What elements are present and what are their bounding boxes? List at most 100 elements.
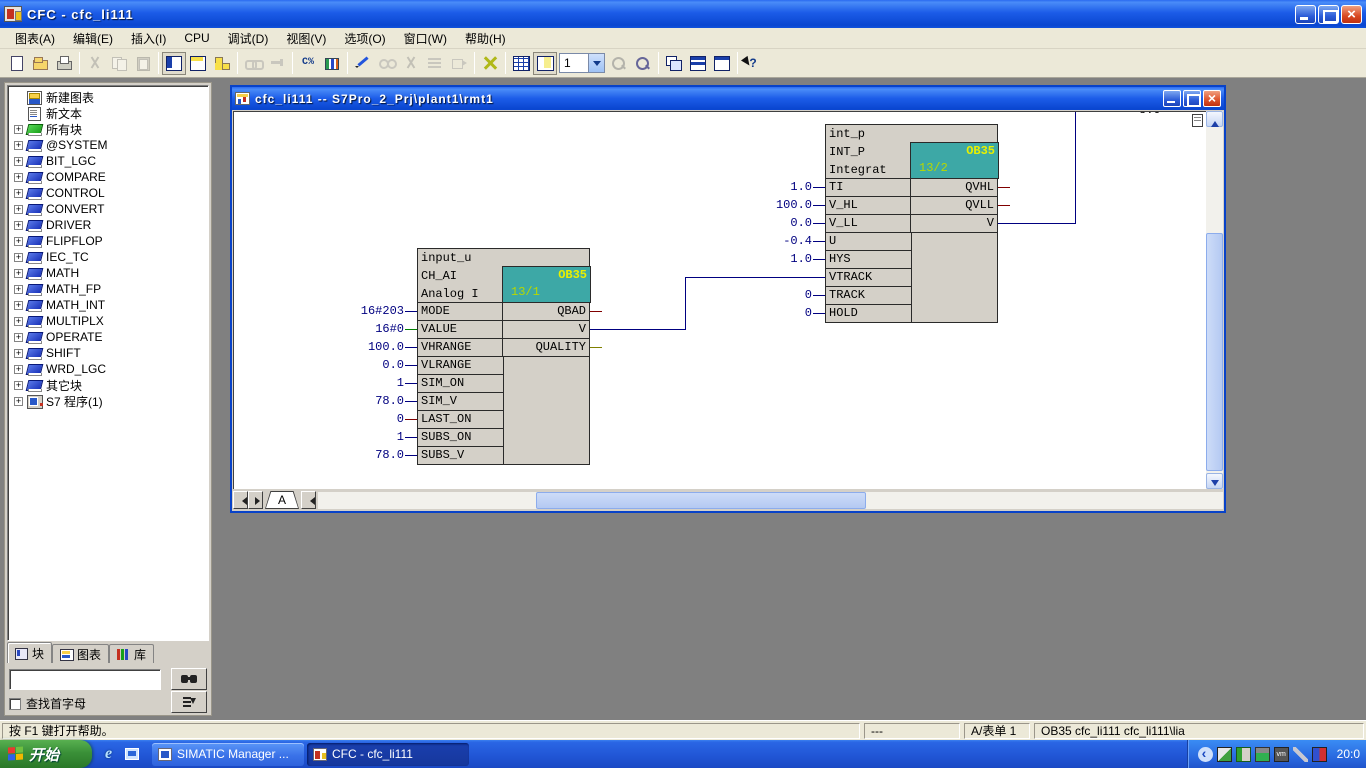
chart-close-button[interactable] bbox=[1203, 90, 1221, 107]
tree-item[interactable]: 新文本 bbox=[12, 105, 208, 121]
expand-icon[interactable]: + bbox=[14, 317, 23, 326]
search-input[interactable] bbox=[9, 669, 161, 690]
input-pin-track[interactable]: TRACK0 bbox=[825, 286, 912, 305]
pin-value[interactable]: 1.0 bbox=[790, 251, 812, 268]
scroll-left-button[interactable] bbox=[301, 491, 316, 509]
expand-icon[interactable]: + bbox=[14, 301, 23, 310]
find-button[interactable] bbox=[171, 668, 207, 690]
fit-window-button[interactable] bbox=[478, 52, 502, 75]
catalog-view-button[interactable] bbox=[162, 52, 186, 75]
input-pin-value[interactable]: VALUE16#0 bbox=[417, 320, 504, 339]
tray-icon-plane[interactable] bbox=[1293, 747, 1308, 762]
tree-item[interactable]: +所有块 bbox=[12, 121, 208, 137]
tree-item[interactable]: +COMPARE bbox=[12, 169, 208, 185]
tree-item[interactable]: +MATH_FP bbox=[12, 281, 208, 297]
output-pin-v[interactable]: V bbox=[910, 214, 998, 233]
menu-item-options[interactable]: 选项(O) bbox=[335, 28, 394, 49]
pin-value[interactable]: 1 bbox=[397, 429, 404, 446]
tree-item[interactable]: +MATH_INT bbox=[12, 297, 208, 313]
chart-canvas[interactable]: 8.0 input_u CH_AI Analog I OB35 13/1 MOD… bbox=[233, 111, 1206, 489]
menu-item-help[interactable]: 帮助(H) bbox=[456, 28, 515, 49]
pin-value[interactable]: 0 bbox=[397, 411, 404, 428]
update-block-types-button[interactable]: C% bbox=[296, 52, 320, 75]
tree-item[interactable]: +WRD_LGC bbox=[12, 361, 208, 377]
tree-item[interactable]: +其它块 bbox=[12, 377, 208, 393]
output-pin-v[interactable]: V bbox=[502, 320, 590, 339]
menu-item-insert[interactable]: 插入(I) bbox=[122, 28, 175, 49]
block-tree[interactable]: 新建图表新文本+所有块+@SYSTEM+BIT_LGC+COMPARE+CONT… bbox=[7, 85, 209, 641]
overflow-page-icon[interactable] bbox=[1192, 114, 1203, 127]
output-pin-qvhl[interactable]: QVHL bbox=[910, 178, 998, 197]
chart-minimize-button[interactable] bbox=[1163, 90, 1181, 107]
pin-value[interactable]: 0 bbox=[805, 287, 812, 304]
zoom-out-button[interactable] bbox=[631, 52, 655, 75]
tray-icon-vmware[interactable]: vm bbox=[1274, 747, 1289, 762]
previous-sheet-button[interactable] bbox=[233, 491, 248, 509]
expand-icon[interactable]: + bbox=[14, 285, 23, 294]
pin-value[interactable]: 16#203 bbox=[361, 303, 404, 320]
menu-item-cpu[interactable]: CPU bbox=[175, 29, 218, 47]
pin-value[interactable]: 78.0 bbox=[375, 393, 404, 410]
expand-icon[interactable]: + bbox=[14, 333, 23, 342]
input-pin-vhrange[interactable]: VHRANGE100.0 bbox=[417, 338, 504, 357]
input-pin-ti[interactable]: TI1.0 bbox=[825, 178, 912, 197]
tree-item[interactable]: +FLIPFLOP bbox=[12, 233, 208, 249]
expand-icon[interactable]: + bbox=[14, 253, 23, 262]
chevron-down-icon[interactable] bbox=[588, 54, 604, 72]
tile-windows-button[interactable] bbox=[686, 52, 710, 75]
edit-mode-button[interactable] bbox=[351, 52, 375, 75]
input-pin-sim_on[interactable]: SIM_ON1 bbox=[417, 374, 504, 393]
tab-libraries[interactable]: 库 bbox=[109, 644, 154, 663]
task-cfc[interactable]: CFC - cfc_li111 bbox=[307, 743, 469, 766]
expand-icon[interactable]: + bbox=[14, 141, 23, 150]
input-pin-v_ll[interactable]: V_LL0.0 bbox=[825, 214, 912, 233]
scroll-down-button[interactable] bbox=[1206, 473, 1223, 489]
tab-charts[interactable]: 图表 bbox=[52, 644, 109, 663]
expand-icon[interactable]: + bbox=[14, 205, 23, 214]
input-pin-last_on[interactable]: LAST_ON0 bbox=[417, 410, 504, 429]
expand-icon[interactable]: + bbox=[14, 237, 23, 246]
input-pin-sim_v[interactable]: SIM_V78.0 bbox=[417, 392, 504, 411]
chart-window-titlebar[interactable]: cfc_li111 -- S7Pro_2_Prj\plant1\rmt1 bbox=[232, 87, 1224, 110]
find-initial-letter-checkbox[interactable] bbox=[9, 698, 21, 710]
output-pin-qbad[interactable]: QBAD bbox=[502, 302, 590, 321]
tree-item[interactable]: +SHIFT bbox=[12, 345, 208, 361]
tree-item[interactable]: +@SYSTEM bbox=[12, 137, 208, 153]
help-pointer-button[interactable]: ? bbox=[741, 52, 765, 75]
expand-icon[interactable]: + bbox=[14, 349, 23, 358]
horizontal-scrollbar[interactable] bbox=[318, 492, 1223, 509]
clock[interactable]: 20:0 bbox=[1331, 747, 1362, 761]
open-chart-button[interactable] bbox=[28, 52, 52, 75]
block-int-p[interactable]: int_p INT_P Integrat OB35 13/2 TI1.0V_HL… bbox=[825, 124, 998, 323]
pin-value[interactable]: 0.0 bbox=[382, 357, 404, 374]
pin-value[interactable]: 1.0 bbox=[790, 179, 812, 196]
tree-item[interactable]: 新建图表 bbox=[12, 89, 208, 105]
expand-icon[interactable]: + bbox=[14, 125, 23, 134]
block-input-u[interactable]: input_u CH_AI Analog I OB35 13/1 MODE16#… bbox=[417, 248, 590, 465]
minimize-button[interactable] bbox=[1295, 5, 1316, 24]
sheet-tab-a[interactable]: A bbox=[265, 491, 299, 509]
input-pin-u[interactable]: U-0.4 bbox=[825, 232, 912, 251]
input-pin-hold[interactable]: HOLD0 bbox=[825, 304, 912, 323]
tree-item[interactable]: +BIT_LGC bbox=[12, 153, 208, 169]
close-button[interactable] bbox=[1341, 5, 1362, 24]
tree-item[interactable]: +MULTIPLX bbox=[12, 313, 208, 329]
overview-button[interactable] bbox=[509, 52, 533, 75]
pin-value[interactable]: -0.4 bbox=[783, 233, 812, 250]
task-simatic-manager[interactable]: SIMATIC Manager ... bbox=[152, 743, 304, 766]
pin-value[interactable]: 0.0 bbox=[790, 215, 812, 232]
expand-icon[interactable]: + bbox=[14, 365, 23, 374]
output-pin-qvll[interactable]: QVLL bbox=[910, 196, 998, 215]
task-badge[interactable]: OB35 13/2 bbox=[910, 142, 999, 179]
expand-icon[interactable]: + bbox=[14, 157, 23, 166]
internet-explorer-icon[interactable]: e bbox=[100, 746, 117, 763]
pin-value[interactable]: 0 bbox=[805, 305, 812, 322]
pin-value[interactable]: 16#0 bbox=[375, 321, 404, 338]
input-pin-vtrack[interactable]: VTRACK bbox=[825, 268, 912, 287]
tray-icon-3[interactable] bbox=[1255, 747, 1270, 762]
vertical-scrollbar[interactable] bbox=[1206, 111, 1223, 489]
expand-icon[interactable]: + bbox=[14, 221, 23, 230]
menu-item-debug[interactable]: 调试(D) bbox=[219, 28, 278, 49]
sort-button[interactable] bbox=[171, 691, 207, 713]
tray-icon-4[interactable] bbox=[1312, 747, 1327, 762]
